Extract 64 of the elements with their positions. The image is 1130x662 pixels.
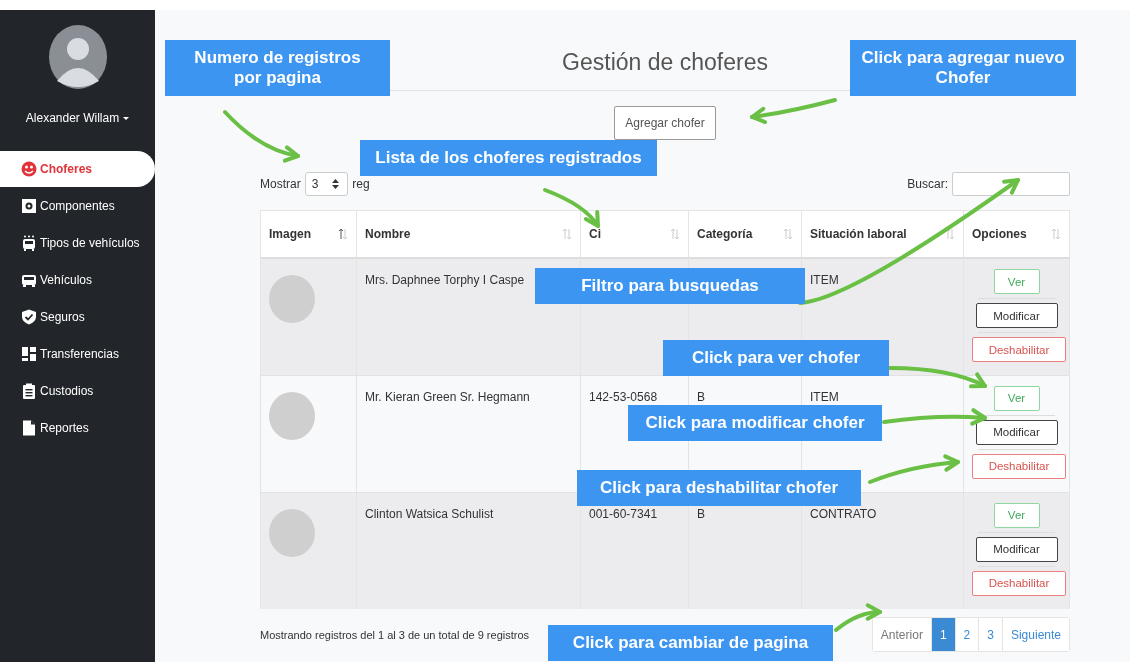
table-cell: B — [697, 389, 705, 404]
sidebar-item[interactable]: Vehículos — [0, 262, 155, 298]
arrow — [834, 603, 882, 632]
face-icon — [21, 161, 37, 177]
shield-check-icon — [21, 309, 37, 325]
edit-button[interactable]: Modificar — [975, 536, 1058, 562]
edit-button[interactable]: Modificar — [975, 419, 1058, 445]
column-header[interactable]: Nombre — [356, 210, 581, 258]
callout-label: Filtro para busquedas — [535, 268, 805, 304]
sidebar-item[interactable]: Seguros — [0, 299, 155, 335]
avatar-silhouette — [48, 25, 107, 89]
column-header[interactable]: Imagen — [260, 210, 357, 258]
column-header[interactable]: Ci — [580, 210, 689, 258]
gear-icon — [21, 198, 37, 214]
edit-button[interactable]: Modificar — [975, 303, 1058, 328]
photo-placeholder — [269, 391, 315, 440]
callout-label: Click para ver chofer — [663, 340, 889, 376]
grid-icon — [21, 346, 37, 362]
callout-label: Click para agregar nuevo Chofer — [850, 40, 1076, 96]
sidebar-item[interactable]: Tipos de vehículos — [0, 225, 155, 261]
arrow — [543, 188, 600, 228]
table-info: Mostrando registros del 1 al 3 de un total de 9 registros — [260, 628, 530, 641]
clipboard-icon — [21, 383, 37, 399]
table-cell: ITEM — [810, 389, 839, 404]
callout-label: Click para modificar chofer — [628, 405, 882, 441]
table-cell: Mr. Kieran Green Sr. Hegmann — [365, 389, 530, 404]
bus-icon — [21, 235, 37, 251]
photo-placeholder — [269, 508, 315, 557]
table-cell: CONTRATO — [810, 506, 877, 521]
search-label: Buscar: — [907, 177, 948, 191]
sidebar-item[interactable]: Transferencias — [0, 336, 155, 372]
photo-placeholder — [269, 275, 315, 323]
search-field[interactable] — [952, 172, 1070, 196]
disable-button[interactable]: Deshabilitar — [972, 453, 1066, 479]
page-button[interactable]: 1 — [930, 618, 955, 651]
caret-icon[interactable] — [123, 116, 130, 120]
disable-button[interactable]: Deshabilitar — [972, 570, 1066, 596]
length-suffix: reg — [352, 177, 370, 191]
table-cell: Clinton Watsica Schulist — [365, 506, 494, 521]
next-page-button[interactable]: Siguiente — [1001, 618, 1069, 651]
add-driver-button[interactable]: Agregar chofer — [614, 106, 716, 140]
user-name[interactable]: Alexander Willam — [25, 111, 120, 125]
table-cell: ITEM — [810, 273, 839, 287]
disable-button[interactable]: Deshabilitar — [972, 337, 1066, 362]
sort-caret-icon — [332, 179, 340, 189]
callout-label: Click para deshabilitar chofer — [577, 470, 861, 506]
sidebar-item[interactable]: Choferes — [0, 151, 155, 187]
page-size-select[interactable]: 3 — [304, 172, 349, 196]
sidebar-item[interactable]: Reportes — [0, 410, 155, 446]
table-cell: Mrs. Daphnee Torphy I Caspe — [365, 273, 525, 287]
column-header[interactable]: Categoría — [688, 210, 802, 258]
file-icon — [21, 420, 37, 436]
table-cell: B — [697, 506, 705, 521]
callout-label: Click para cambiar de pagina — [548, 625, 833, 661]
column-header[interactable]: Situación laboral — [801, 210, 964, 258]
table-cell: 001-60-7341 — [589, 506, 658, 521]
sidebar-item[interactable]: Custodios — [0, 373, 155, 409]
length-label: Mostrar — [260, 177, 301, 191]
column-header[interactable]: Opciones — [963, 210, 1070, 258]
sidebar-item[interactable]: Componentes — [0, 188, 155, 224]
table-cell: 142-53-0568 — [589, 389, 658, 404]
callout-label: Numero de registros por pagina — [165, 40, 390, 96]
callout-label: Lista de los choferes registrados — [360, 140, 657, 176]
car-icon — [21, 272, 37, 288]
